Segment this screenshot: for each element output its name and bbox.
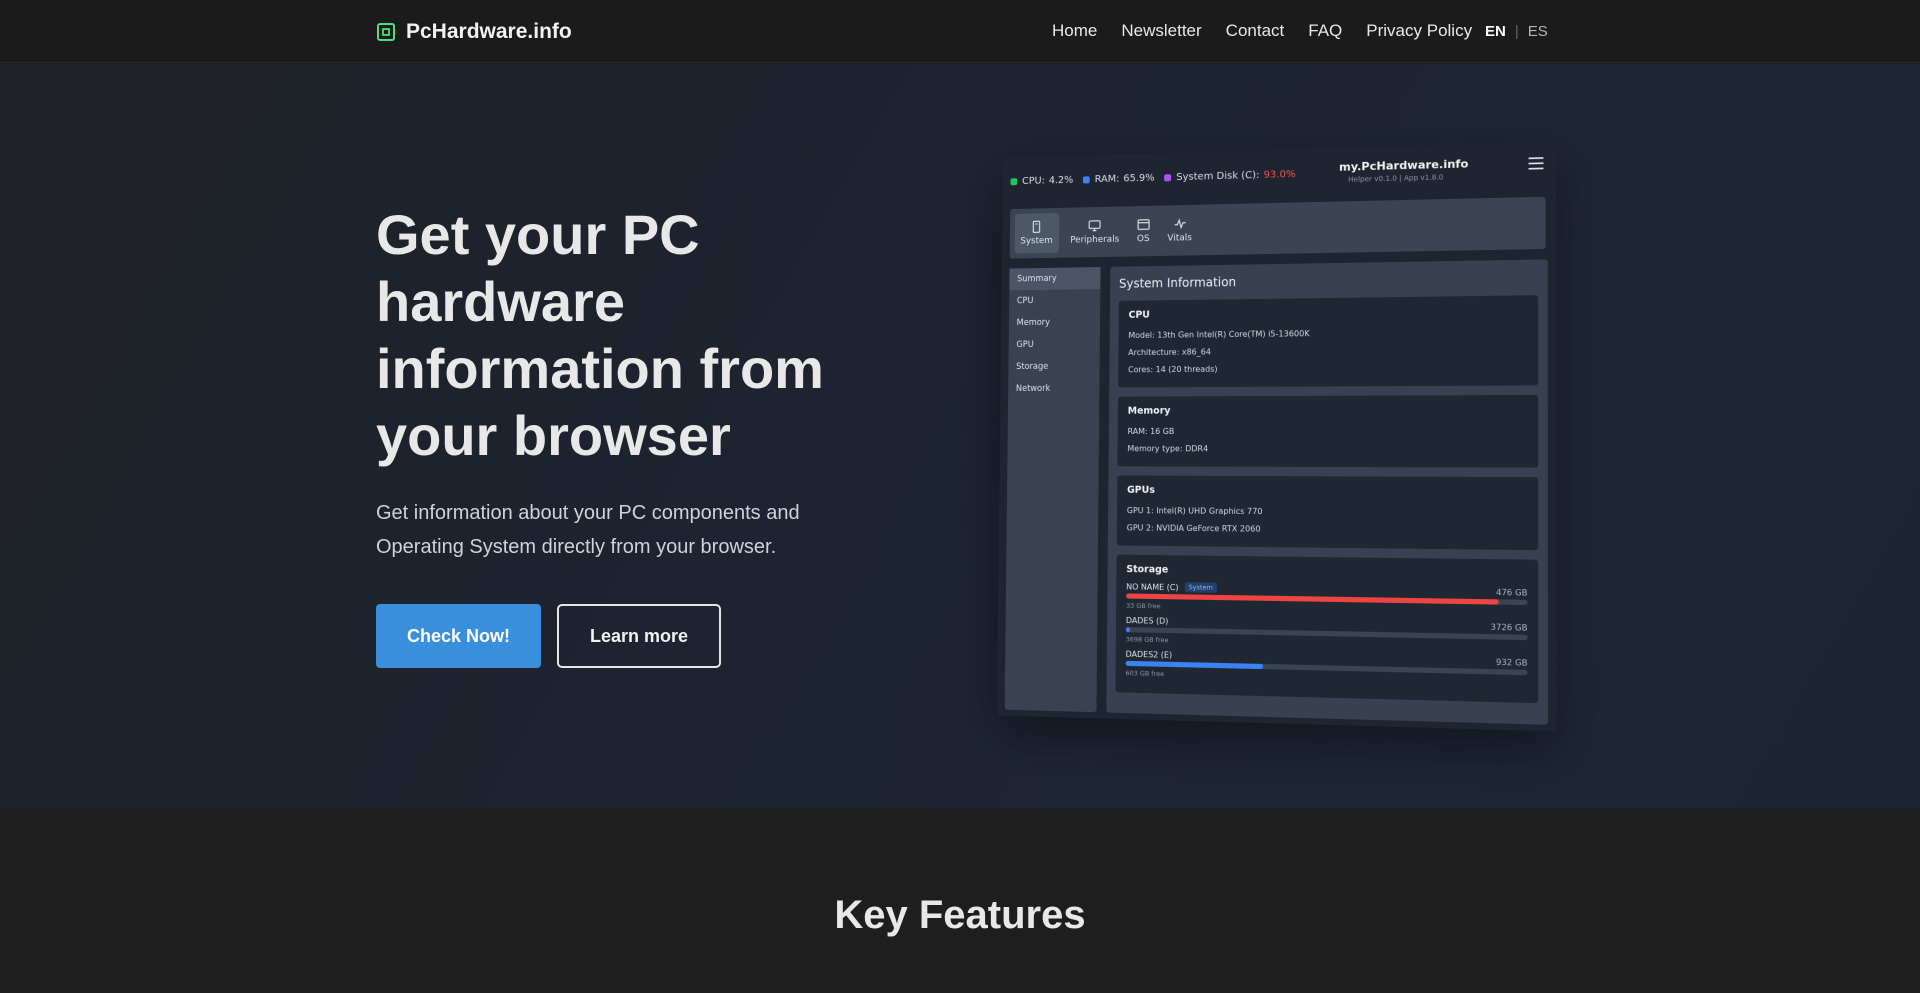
preview-gpu-2: GPU 2: NVIDIA GeForce RTX 2060: [1126, 523, 1261, 534]
preview-disk-label: System Disk (C):: [1176, 169, 1260, 183]
drive-usage-fill: [1125, 660, 1263, 670]
check-now-button[interactable]: Check Now!: [376, 604, 541, 668]
preview-tab-peripherals: Peripherals: [1064, 211, 1125, 252]
drive-name: NO NAME (C): [1126, 581, 1179, 592]
preview-ram-value: 65.9%: [1123, 172, 1155, 184]
preview-gpus-title: GPUs: [1126, 484, 1155, 496]
nav-link-privacy-policy[interactable]: Privacy Policy: [1366, 21, 1472, 41]
drive-usage-fill: [1125, 627, 1130, 633]
learn-more-button[interactable]: Learn more: [557, 604, 721, 668]
preview-cpu-value: 4.2%: [1048, 174, 1074, 186]
lang-separator: |: [1514, 23, 1519, 40]
preview-sidebar-gpu: GPU: [1016, 339, 1034, 351]
drive-name: DADES (D): [1125, 615, 1169, 626]
preview-main-panel: System Information CPU Model: 13th Gen I…: [1106, 259, 1548, 725]
window-icon: [1137, 218, 1150, 231]
preview-tab-os-label: OS: [1136, 233, 1150, 245]
hamburger-menu-icon: [1528, 157, 1544, 170]
preview-sidebar: Summary CPU Memory GPU Storage Network: [1004, 267, 1101, 713]
preview-storage-card: Storage NO NAME (C) System 476 GB 33 GB …: [1115, 554, 1539, 704]
preview-storage-title: Storage: [1126, 563, 1169, 576]
nav-link-faq[interactable]: FAQ: [1308, 21, 1342, 41]
navbar: PcHardware.info Home Newsletter Contact …: [0, 0, 1920, 63]
preview-memory-title: Memory: [1127, 405, 1171, 417]
preview-memory-card: Memory RAM: 16 GB Memory type: DDR4: [1117, 394, 1539, 468]
preview-sidebar-storage: Storage: [1016, 361, 1049, 373]
drive-size: 476 GB: [1496, 587, 1528, 598]
preview-brand-version: Helper v0.1.0 | App v1.8.0: [1348, 173, 1444, 184]
preview-main-title: System Information: [1118, 274, 1237, 291]
preview-drive-e: DADES2 (E) 932 GB 603 GB free: [1125, 649, 1528, 687]
preview-sidebar-memory: Memory: [1016, 317, 1051, 329]
hero-title: Get your PC hardware information from yo…: [376, 203, 824, 467]
drive-size: 932 GB: [1495, 657, 1528, 668]
preview-brand: my.PcHardware.info Helper v0.1.0 | App v…: [1339, 157, 1469, 185]
preview-sidebar-cpu: CPU: [1016, 296, 1034, 307]
preview-cpu-label: CPU:: [1021, 175, 1045, 187]
preview-drive-c: NO NAME (C) System 476 GB 33 GB free: [1126, 581, 1528, 617]
system-badge: System: [1184, 582, 1217, 593]
preview-memory-type: Memory type: DDR4: [1127, 444, 1209, 454]
drive-size: 3726 GB: [1490, 622, 1528, 633]
lang-en[interactable]: EN: [1485, 23, 1506, 40]
preview-drive-d: DADES (D) 3726 GB 3698 GB free: [1126, 616, 1528, 652]
chip-icon: [377, 23, 395, 41]
pulse-icon: [1173, 217, 1186, 230]
preview-gpus-card: GPUs GPU 1: Intel(R) UHD Graphics 770 GP…: [1116, 475, 1539, 551]
nav-links: Home Newsletter Contact FAQ Privacy Poli…: [1052, 21, 1496, 41]
preview-memory-ram: RAM: 16 GB: [1127, 426, 1175, 436]
preview-tab-vitals-label: Vitals: [1167, 233, 1192, 244]
ram-dot-icon: [1082, 175, 1090, 183]
lang-es[interactable]: ES: [1528, 23, 1548, 40]
preview-brand-title: my.PcHardware.info: [1339, 157, 1469, 174]
app-preview: CPU: 4.2% RAM: 65.9% System Disk (C): 93…: [996, 142, 1557, 732]
nav-link-newsletter[interactable]: Newsletter: [1121, 21, 1201, 41]
cpu-dot-icon: [1010, 177, 1018, 185]
preview-sidebar-summary: Summary: [1009, 267, 1101, 291]
language-switcher: EN | ES: [1485, 23, 1548, 40]
preview-cpu-cores: Cores: 14 (20 threads): [1128, 364, 1218, 375]
app-preview-window: CPU: 4.2% RAM: 65.9% System Disk (C): 93…: [996, 142, 1557, 732]
monitor-icon: [1088, 219, 1101, 232]
hero-section: Get your PC hardware information from yo…: [0, 64, 1920, 808]
key-features-title: Key Features: [834, 893, 1086, 937]
drive-name: DADES2 (E): [1125, 649, 1173, 660]
hero-subtitle: Get information about your PC components…: [376, 502, 800, 558]
preview-cpu-stat: CPU: 4.2%: [1010, 174, 1073, 187]
preview-disk-value: 93.0%: [1263, 168, 1296, 181]
disk-dot-icon: [1164, 173, 1172, 181]
preview-tab-system: System: [1014, 212, 1059, 254]
preview-cpu-card: CPU Model: 13th Gen Intel(R) Core(TM) i5…: [1118, 295, 1539, 388]
brand-link[interactable]: PcHardware.info: [376, 19, 572, 45]
preview-tab-vitals: Vitals: [1161, 210, 1198, 251]
preview-cpu-title: CPU: [1128, 309, 1150, 321]
preview-status-bar: CPU: 4.2% RAM: 65.9% System Disk (C): 93…: [1003, 142, 1557, 205]
preview-sidebar-network: Network: [1015, 383, 1051, 394]
preview-ram-stat: RAM: 65.9%: [1082, 172, 1155, 185]
preview-tabs: System Peripherals OS Vitals: [1009, 196, 1546, 259]
preview-tab-peripherals-label: Peripherals: [1070, 234, 1120, 246]
preview-tab-os: OS: [1131, 211, 1156, 252]
brand-name: PcHardware.info: [406, 20, 572, 43]
nav-link-contact[interactable]: Contact: [1226, 21, 1285, 41]
desktop-tower-icon: [1030, 220, 1043, 233]
nav-link-home[interactable]: Home: [1052, 21, 1097, 41]
preview-disk-stat: System Disk (C): 93.0%: [1164, 168, 1296, 183]
preview-ram-label: RAM:: [1094, 173, 1120, 185]
preview-tab-system-label: System: [1020, 235, 1053, 247]
